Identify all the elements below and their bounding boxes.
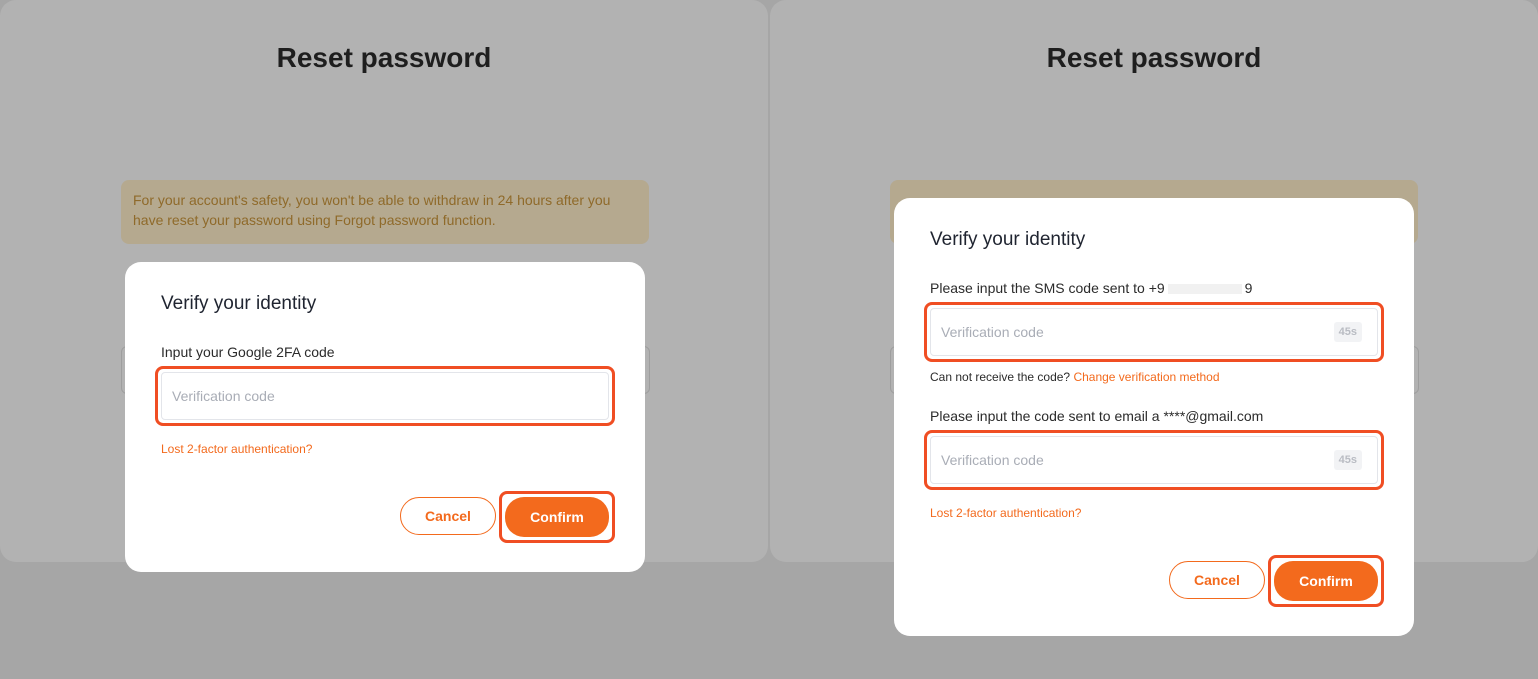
lost-2fa-link[interactable]: Lost 2-factor authentication? [161,442,312,456]
sms-code-input-highlight: 45s [924,302,1384,362]
email-code-input-highlight: 45s [924,430,1384,490]
page-title: Reset password [276,42,492,73]
verify-identity-modal-2fa: Verify your identity Input your Google 2… [125,262,645,572]
confirm-button-highlight: Confirm [1268,555,1384,607]
google-2fa-label: Input your Google 2FA code [161,344,335,360]
cancel-button[interactable]: Cancel [400,497,496,535]
confirm-button[interactable]: Confirm [1274,561,1378,601]
confirm-button[interactable]: Confirm [505,497,609,537]
sms-label-suffix: 9 [1244,280,1253,296]
email-code-label: Please input the code sent to email a **… [930,408,1264,424]
verify-identity-modal-sms-email: Verify your identity Please input the SM… [894,198,1414,636]
email-resend-timer: 45s [1333,450,1362,470]
confirm-button-highlight: Confirm [499,491,615,543]
modal-title: Verify your identity [930,229,1086,250]
lost-2fa-link[interactable]: Lost 2-factor authentication? [930,506,1081,520]
page-title: Reset password [1046,42,1262,73]
sms-resend-timer: 45s [1333,322,1362,342]
hint-text: Can not receive the code? [930,370,1071,384]
cannot-receive-hint: Can not receive the code? Change verific… [930,370,1220,384]
cancel-button[interactable]: Cancel [1169,561,1265,599]
masked-phone-digits [1167,284,1242,295]
google-2fa-input-highlight [155,366,615,426]
sms-label-prefix: Please input the SMS code sent to +9 [930,280,1165,296]
modal-title: Verify your identity [161,293,317,314]
sms-code-label: Please input the SMS code sent to +9 9 [930,280,1252,296]
sms-code-input[interactable] [930,308,1378,356]
withdraw-notice: For your account's safety, you won't be … [121,180,649,244]
email-code-input[interactable] [930,436,1378,484]
google-2fa-input[interactable] [161,372,609,420]
change-verification-method-link[interactable]: Change verification method [1073,370,1219,384]
